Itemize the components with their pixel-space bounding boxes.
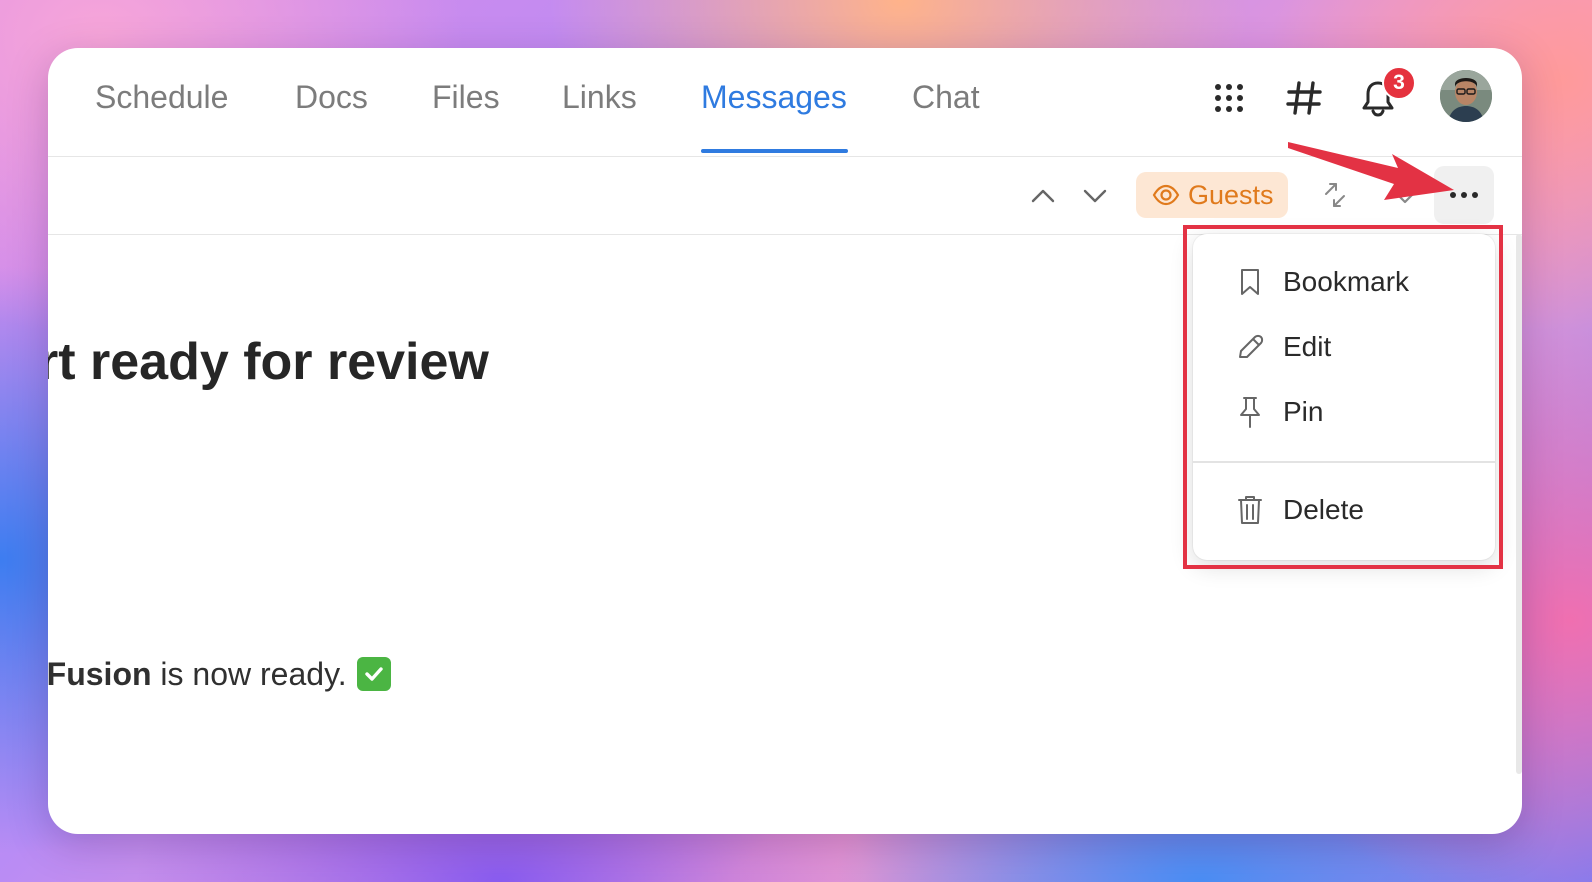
eye-icon bbox=[1152, 184, 1180, 206]
avatar[interactable] bbox=[1440, 70, 1492, 122]
menu-item-edit[interactable]: Edit bbox=[1193, 319, 1495, 375]
hashtag-icon[interactable] bbox=[1280, 74, 1328, 122]
tab-links[interactable]: Links bbox=[562, 78, 637, 116]
guests-label: Guests bbox=[1188, 179, 1274, 210]
message-body-bold: Fusion bbox=[48, 656, 152, 692]
menu-item-label: Delete bbox=[1283, 494, 1364, 525]
scrollbar[interactable] bbox=[1516, 234, 1522, 774]
menu-item-label: Bookmark bbox=[1283, 266, 1410, 297]
trash-icon bbox=[1235, 493, 1265, 527]
active-tab-indicator bbox=[701, 149, 848, 153]
chevron-down-icon[interactable] bbox=[1073, 174, 1117, 218]
pin-icon bbox=[1235, 395, 1265, 429]
menu-item-bookmark[interactable]: Bookmark bbox=[1193, 254, 1495, 310]
app-window: Schedule Docs Files Links Messages Chat bbox=[48, 48, 1522, 834]
menu-item-pin[interactable]: Pin bbox=[1193, 384, 1495, 440]
tab-files[interactable]: Files bbox=[432, 78, 500, 116]
apps-grid-icon[interactable] bbox=[1205, 74, 1253, 122]
tab-docs[interactable]: Docs bbox=[295, 78, 368, 116]
arrows-swap-icon[interactable] bbox=[1313, 173, 1357, 217]
more-options-button[interactable] bbox=[1434, 166, 1494, 224]
guests-visibility-button[interactable]: Guests bbox=[1136, 172, 1288, 218]
chevron-down-small-icon[interactable] bbox=[1383, 176, 1427, 220]
message-body-line: r Fusion is now ready. bbox=[48, 652, 391, 696]
tab-schedule[interactable]: Schedule bbox=[95, 78, 228, 116]
tab-messages[interactable]: Messages bbox=[701, 78, 847, 116]
menu-item-label: Pin bbox=[1283, 396, 1324, 427]
menu-item-label: Edit bbox=[1283, 331, 1332, 362]
menu-divider bbox=[1193, 461, 1495, 463]
tab-chat[interactable]: Chat bbox=[912, 78, 980, 116]
pencil-icon bbox=[1235, 330, 1265, 364]
message-title: rt ready for review bbox=[48, 333, 489, 391]
bookmark-icon bbox=[1235, 265, 1265, 299]
message-toolbar: Guests bbox=[48, 158, 1522, 235]
top-nav-bar: Schedule Docs Files Links Messages Chat bbox=[48, 48, 1522, 157]
more-options-menu: Bookmark Edit Pin Delete bbox=[1193, 234, 1495, 560]
menu-item-delete[interactable]: Delete bbox=[1193, 482, 1495, 538]
check-mark-icon bbox=[356, 657, 391, 691]
message-body-text: is now ready. bbox=[151, 656, 347, 692]
chevron-up-icon[interactable] bbox=[1021, 174, 1065, 218]
notification-badge: 3 bbox=[1382, 66, 1416, 100]
more-horizontal-icon bbox=[1449, 191, 1479, 199]
